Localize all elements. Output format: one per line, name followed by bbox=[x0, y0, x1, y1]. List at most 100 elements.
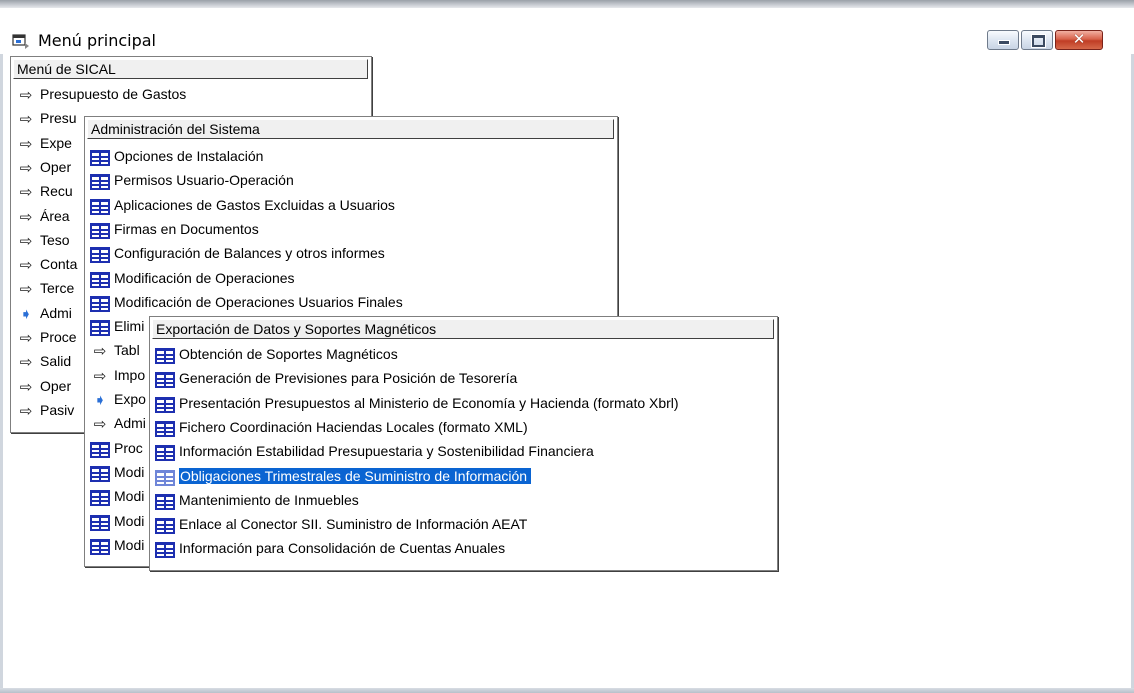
menu1-item-label: Pasiv bbox=[40, 401, 75, 418]
menu3-item[interactable]: Fichero Coordinación Haciendas Locales (… bbox=[153, 418, 774, 440]
menu2-item[interactable]: Modificación de Operaciones bbox=[88, 269, 614, 291]
app-icon bbox=[12, 34, 29, 49]
menu1-item-label: Salid bbox=[40, 353, 72, 370]
menu3-item[interactable]: Obligaciones Trimestrales de Suministro … bbox=[153, 467, 774, 489]
menu2-item-label: Permisos Usuario-Operación bbox=[114, 172, 294, 189]
window-top-border bbox=[0, 0, 1134, 8]
menu-sical-header: Menú de SICAL bbox=[13, 59, 368, 79]
arrow-right-icon: ⇨ bbox=[19, 232, 33, 250]
menu3-item-label: Información Estabilidad Presupuestaria y… bbox=[179, 443, 594, 460]
menu3-item[interactable]: Información para Consolidación de Cuenta… bbox=[153, 539, 774, 561]
exportacion-datos-header: Exportación de Datos y Soportes Magnétic… bbox=[152, 319, 774, 339]
menu3-item[interactable]: Obtención de Soportes Magnéticos bbox=[153, 345, 774, 367]
form-icon bbox=[90, 514, 110, 531]
window-title: Menú principal bbox=[38, 31, 156, 50]
exportacion-datos-panel: Exportación de Datos y Soportes Magnétic… bbox=[149, 316, 778, 571]
menu2-item-label: Firmas en Documentos bbox=[114, 220, 259, 237]
form-icon bbox=[155, 396, 175, 413]
menu1-item-label: Presupuesto de Gastos bbox=[40, 86, 187, 102]
close-button[interactable]: ✕ bbox=[1055, 30, 1103, 50]
menu3-item-label: Obtención de Soportes Magnéticos bbox=[179, 346, 398, 362]
menu2-item[interactable]: Firmas en Documentos bbox=[88, 220, 614, 242]
form-icon bbox=[155, 420, 175, 437]
arrow-right-icon: ⇨ bbox=[19, 159, 33, 177]
menu3-item-label: Fichero Coordinación Haciendas Locales (… bbox=[179, 418, 528, 435]
menu3-item[interactable]: Enlace al Conector SII. Suministro de In… bbox=[153, 515, 774, 537]
title-bar[interactable]: Menú principal ✕ bbox=[0, 8, 1134, 54]
menu3-item[interactable]: Presentación Presupuestos al Ministerio … bbox=[153, 394, 774, 416]
menu1-item-label: Oper bbox=[40, 158, 72, 175]
arrow-right-icon: ⇨ bbox=[19, 281, 33, 299]
form-icon bbox=[90, 441, 110, 458]
arrow-right-icon: ➧ bbox=[93, 392, 107, 409]
menu1-item[interactable]: ⇨ Presupuesto de Gastos bbox=[14, 85, 368, 107]
menu3-item[interactable]: Información Estabilidad Presupuestaria y… bbox=[153, 442, 774, 464]
menu2-item-label: Opciones de Instalación bbox=[114, 148, 264, 164]
menu1-item-label: Admi bbox=[40, 304, 72, 321]
arrow-right-icon: ➧ bbox=[19, 305, 33, 323]
menu2-item[interactable]: Aplicaciones de Gastos Excluidas a Usuar… bbox=[88, 196, 614, 218]
form-icon bbox=[155, 542, 175, 559]
arrow-right-icon: ⇨ bbox=[19, 354, 33, 372]
form-icon bbox=[90, 198, 110, 215]
form-icon bbox=[90, 150, 110, 166]
maximize-button[interactable] bbox=[1021, 30, 1053, 50]
arrow-right-icon: ⇨ bbox=[93, 416, 107, 434]
menu2-item-label: Proc bbox=[114, 439, 143, 456]
menu3-item-label: Mantenimiento de Inmuebles bbox=[179, 491, 359, 508]
menu2-item-label: Modi bbox=[114, 536, 145, 553]
form-icon bbox=[90, 247, 110, 264]
close-icon: ✕ bbox=[1072, 30, 1086, 48]
menu1-item-label: Área bbox=[40, 207, 70, 224]
menu3-item[interactable]: Generación de Previsiones para Posición … bbox=[153, 369, 774, 391]
form-icon bbox=[155, 348, 175, 364]
maximize-icon bbox=[1031, 34, 1046, 48]
arrow-right-icon: ⇨ bbox=[19, 257, 33, 275]
form-icon bbox=[90, 222, 110, 239]
menu2-item-label: Modi bbox=[114, 488, 145, 505]
menu1-item-label: Conta bbox=[40, 256, 78, 273]
administracion-sistema-header: Administración del Sistema bbox=[87, 119, 614, 139]
minimize-button[interactable] bbox=[987, 30, 1019, 50]
menu2-item[interactable]: Configuración de Balances y otros inform… bbox=[88, 244, 614, 266]
menu1-item-label: Teso bbox=[40, 231, 70, 248]
menu2-item-label: Modi bbox=[114, 463, 145, 480]
menu2-item[interactable]: Opciones de Instalación bbox=[88, 147, 614, 169]
form-icon bbox=[90, 538, 110, 555]
form-icon bbox=[90, 174, 110, 191]
menu1-item-label: Recu bbox=[40, 183, 73, 200]
arrow-right-icon: ⇨ bbox=[19, 184, 33, 202]
form-icon bbox=[90, 271, 110, 288]
menu2-item-label: Admi bbox=[114, 415, 146, 432]
menu2-item[interactable]: Modificación de Operaciones Usuarios Fin… bbox=[88, 293, 614, 315]
form-icon bbox=[90, 320, 110, 337]
menu3-item-label: Obligaciones Trimestrales de Suministro … bbox=[179, 467, 532, 484]
form-icon bbox=[155, 372, 175, 389]
window-bottom-border bbox=[0, 688, 1134, 693]
menu2-item-label: Configuración de Balances y otros inform… bbox=[114, 245, 385, 262]
menu2-item-label: Expo bbox=[114, 391, 146, 407]
form-icon bbox=[90, 295, 110, 312]
menu3-item[interactable]: Mantenimiento de Inmuebles bbox=[153, 491, 774, 513]
menu2-item-label: Aplicaciones de Gastos Excluidas a Usuar… bbox=[114, 196, 395, 213]
form-icon bbox=[155, 493, 175, 510]
menu1-item-label: Presu bbox=[40, 110, 77, 127]
minimize-icon bbox=[998, 40, 1010, 45]
menu1-item-label: Expe bbox=[40, 134, 72, 151]
arrow-right-icon: ⇨ bbox=[19, 208, 33, 226]
menu2-item-label: Tabl bbox=[114, 342, 140, 359]
arrow-right-icon: ⇨ bbox=[19, 111, 33, 129]
arrow-right-icon: ⇨ bbox=[19, 330, 33, 347]
window-left-border bbox=[0, 8, 3, 693]
form-icon bbox=[155, 469, 175, 486]
menu3-item-label: Enlace al Conector SII. Suministro de In… bbox=[179, 516, 528, 533]
form-icon bbox=[90, 465, 110, 482]
form-icon bbox=[155, 518, 175, 535]
arrow-right-icon: ⇨ bbox=[19, 135, 33, 153]
menu1-item-label: Terce bbox=[40, 280, 75, 297]
menu2-item-label: Modificación de Operaciones Usuarios Fin… bbox=[114, 293, 403, 310]
menu2-item-label: Impo bbox=[114, 366, 146, 383]
menu2-item[interactable]: Permisos Usuario-Operación bbox=[88, 171, 614, 193]
arrow-right-icon: ⇨ bbox=[19, 87, 33, 104]
arrow-right-icon: ⇨ bbox=[19, 402, 33, 420]
